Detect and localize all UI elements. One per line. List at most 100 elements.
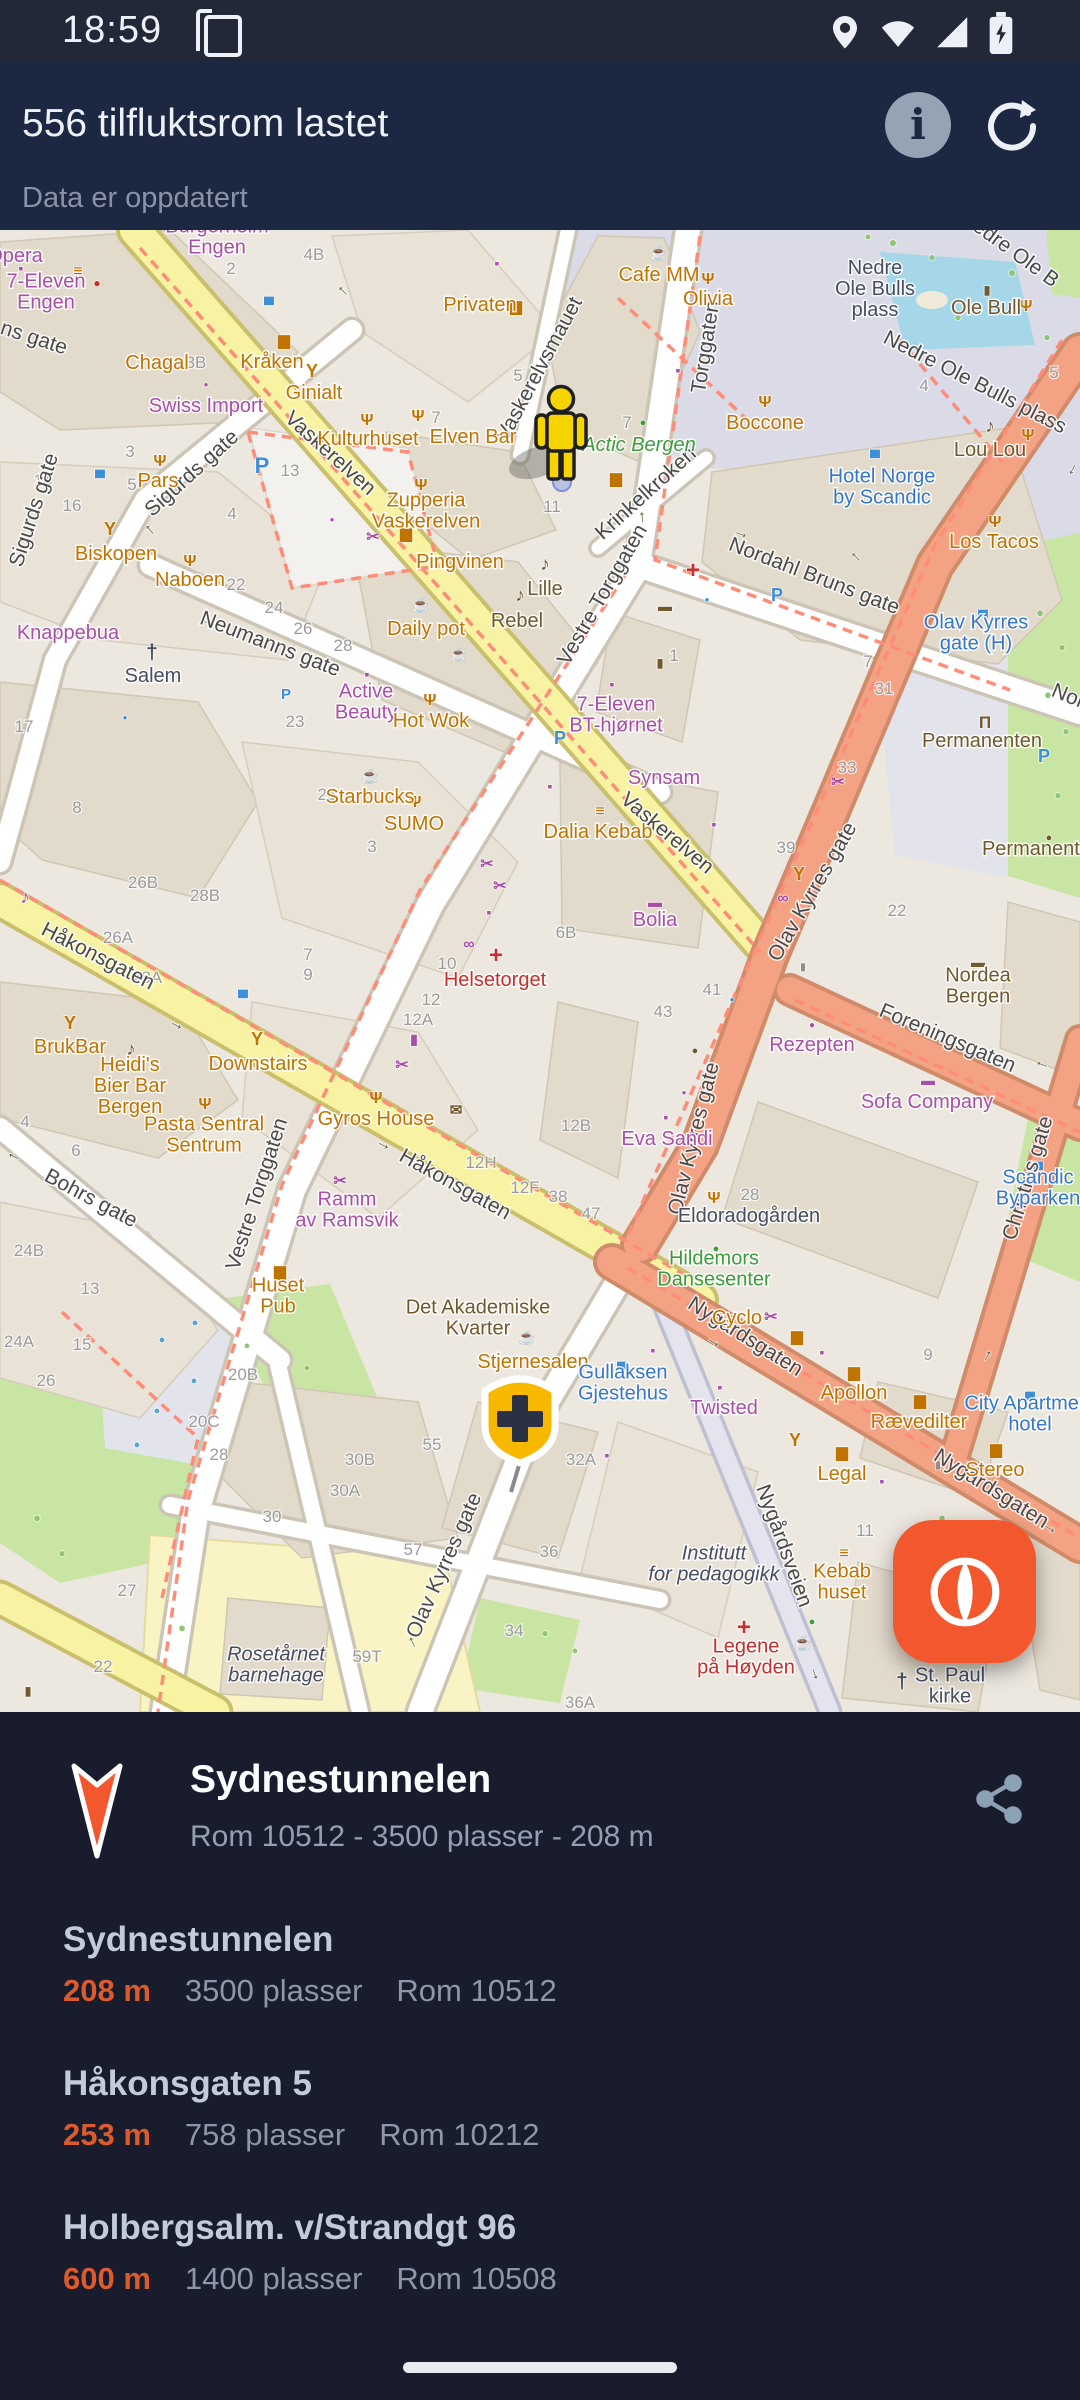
house-number: 55	[423, 1435, 442, 1454]
poi-icon: ●	[809, 1616, 816, 1628]
house-number: 23	[286, 712, 305, 731]
place-label: Chagal	[125, 352, 188, 374]
poi-icon: ●	[572, 1645, 579, 1657]
poi-icon: ≡	[839, 1545, 848, 1562]
poi-icon: Y	[793, 864, 805, 884]
poi-icon: ●	[204, 380, 209, 389]
shelter-list-item[interactable]: Sydnestunnelen 208 m 3500 plasser Rom 10…	[63, 1918, 1040, 2010]
place-label: Permanenten	[982, 838, 1080, 860]
poi-icon: P	[281, 686, 291, 703]
house-number: 12A	[403, 1010, 434, 1029]
poi-icon: ✂	[764, 1309, 778, 1326]
house-number: 3	[367, 837, 376, 856]
place-label: Elven Bar	[430, 426, 517, 448]
poi-icon: ●	[1036, 605, 1044, 620]
poi-icon: P	[554, 728, 566, 748]
status-bar: 18:59	[0, 0, 1080, 62]
poi-icon: ▮	[984, 283, 991, 297]
house-number: 36	[540, 1542, 559, 1561]
place-label: 7-ElevenEngen	[7, 271, 86, 314]
poi-icon: ●	[154, 1405, 161, 1417]
place-label: Helsetorget	[444, 969, 547, 991]
poi-icon: ☕	[412, 595, 431, 614]
poi-icon: ●	[1062, 724, 1069, 738]
house-number: 3	[125, 442, 134, 461]
gesture-handle[interactable]	[403, 2362, 677, 2373]
house-number: 4	[919, 376, 928, 395]
poi-icon: ●	[304, 1362, 311, 1374]
poi-icon: ●	[192, 1317, 199, 1329]
status-time: 18:59	[62, 9, 162, 52]
poi-icon: ●	[1054, 788, 1061, 802]
place-label: 7-ElevenBT-hjørnet	[569, 694, 663, 737]
compass-fab-button[interactable]	[893, 1520, 1036, 1663]
poi-icon: ●	[541, 1626, 548, 1640]
house-number: 34	[505, 1621, 524, 1640]
poi-icon: ▪	[487, 904, 492, 920]
poi-icon: ≡	[595, 803, 604, 820]
poi-icon: Ψ	[154, 453, 167, 470]
refresh-button[interactable]	[984, 96, 1042, 154]
place-label: Hot Wok	[393, 710, 470, 732]
location-active-icon	[828, 14, 862, 52]
place-label: Eldoradogården	[678, 1205, 820, 1227]
house-number: 31	[875, 679, 894, 698]
house-number: 28	[210, 1445, 229, 1464]
shelter-list-item[interactable]: Håkonsgaten 5 253 m 758 plasser Rom 1021…	[63, 2062, 1040, 2154]
wifi-icon	[878, 14, 918, 52]
poi-icon: ♪	[515, 585, 525, 606]
poi-icon: ☕	[794, 1633, 813, 1652]
house-number: 12B	[561, 1116, 591, 1135]
app-subtitle: Data er oppdatert	[22, 182, 248, 215]
poi-icon: Ψ	[759, 394, 772, 411]
poi-icon: ▆	[913, 1392, 926, 1410]
house-number: 8	[72, 798, 81, 817]
poi-icon: ●	[730, 995, 735, 1004]
place-label: Naboen	[155, 569, 225, 591]
house-number: 1	[669, 646, 678, 665]
poi-icon: ☕	[650, 243, 669, 262]
shelter-capacity: 1400 plasser	[185, 2260, 363, 2298]
poi-icon: ▄	[238, 981, 248, 999]
selected-shelter-info: Sydnestunnelen Rom 10512 - 3500 plasser …	[190, 1756, 654, 1854]
place-label: HildemorsDansesenter	[657, 1248, 771, 1291]
poi-icon: Ψ	[989, 514, 1002, 531]
poi-icon: ▪	[718, 1379, 723, 1395]
house-number: 20C	[188, 1412, 219, 1431]
place-label: ZupperiaVaskerelven	[372, 490, 481, 533]
shelter-list-item[interactable]: Holbergsalm. v/Strandgt 96 600 m 1400 pl…	[63, 2206, 1040, 2298]
poi-icon: Ψ	[424, 692, 437, 709]
shelter-name: Holbergsalm. v/Strandgt 96	[63, 2206, 1040, 2250]
place-label: Lille	[527, 578, 563, 600]
map-view[interactable]: ΨΨΨΨΨΨΨΨΨΨΨΨΨΨΨΨ☕☕☕☕☕☕▆▆▆▆▆▆▆▆▆▆YYYYYY♪♪…	[0, 230, 1080, 1712]
poi-icon: Ψ	[199, 1096, 212, 1113]
poi-icon: ●	[93, 276, 100, 290]
poi-icon: ∞	[463, 936, 474, 953]
place-label: Los Tacos	[949, 531, 1039, 553]
house-number: 20B	[228, 1365, 258, 1384]
place-label: Boccone	[726, 412, 804, 434]
poi-icon: †	[146, 641, 158, 664]
house-number: 59T	[352, 1647, 381, 1666]
compass-icon	[926, 1553, 1004, 1631]
house-number: 41	[703, 980, 722, 999]
battery-charging-icon	[988, 12, 1014, 54]
place-label: ActiveBeauty	[335, 681, 397, 724]
poi-icon: ▮	[657, 656, 664, 670]
place-label: Apollon	[821, 1382, 888, 1404]
house-number: 30	[263, 1507, 282, 1526]
place-label: Twisted	[690, 1397, 758, 1419]
place-label: Downstairs	[209, 1053, 308, 1075]
house-number: 6	[71, 1141, 80, 1160]
poi-icon: ●	[705, 595, 710, 604]
poi-icon: ▪	[820, 1344, 825, 1360]
place-label: Actic Bergen	[581, 434, 695, 456]
screen-cast-icon	[204, 15, 242, 57]
poi-icon: ●	[692, 1045, 699, 1057]
info-button[interactable]: i	[885, 92, 951, 158]
place-label: Rezepten	[769, 1034, 855, 1056]
place-label: Hotel Norgeby Scandic	[829, 466, 936, 509]
poi-icon: ●	[178, 1620, 186, 1635]
share-button[interactable]	[974, 1774, 1024, 1824]
place-label: ScandicByparken	[996, 1167, 1080, 1210]
